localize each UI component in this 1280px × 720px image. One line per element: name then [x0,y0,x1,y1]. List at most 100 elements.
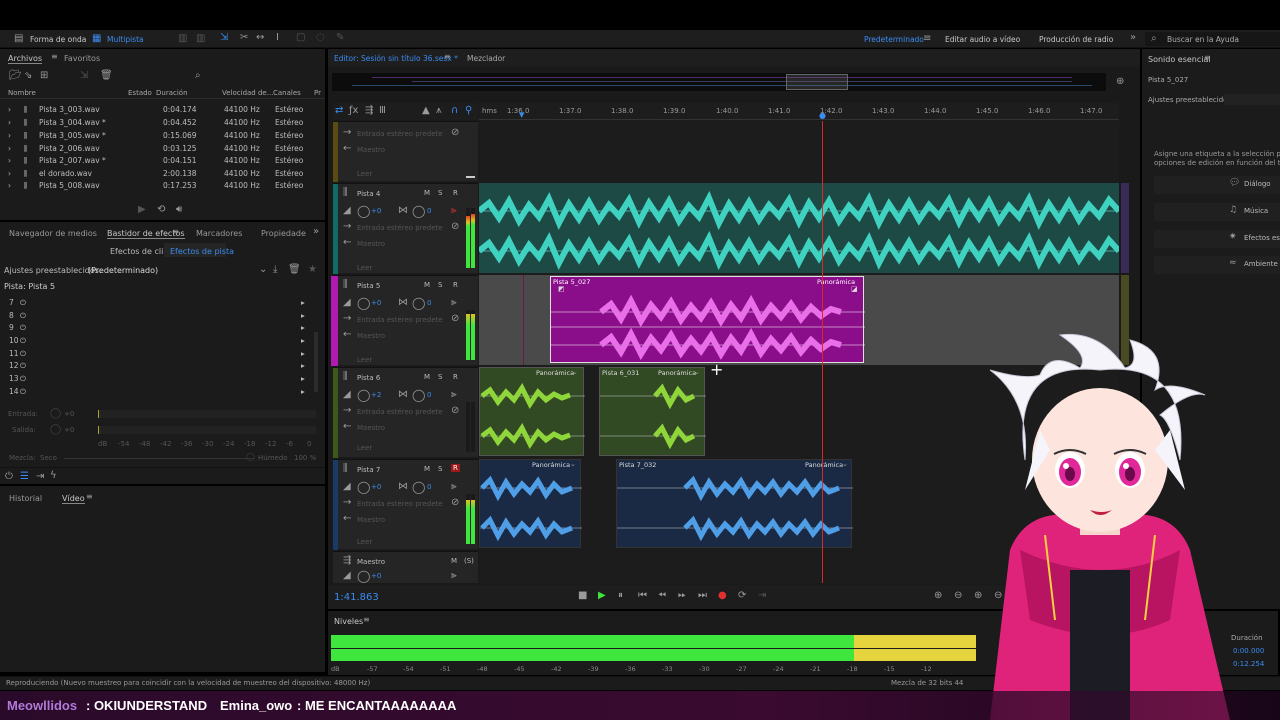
chevron-right-icon[interactable]: » [313,227,319,237]
lightning-icon[interactable]: ϟ [50,471,57,481]
file-row[interactable]: › ⫼ el dorado.wav 2:00.138 44100 Hz Estéreo [0,168,320,180]
fx-slot[interactable]: 11 ⏻ ▸ [9,349,309,361]
chevron-down-icon[interactable]: ⌄ [694,369,700,376]
col-nombre[interactable]: Nombre [8,89,36,97]
pause-icon[interactable]: ⏸︎ [618,591,623,601]
volume-value[interactable]: +0 [371,483,381,491]
rewind-icon[interactable]: ⏪︎ [658,591,666,601]
track-name[interactable]: Maestro [357,558,385,566]
pitch-icon[interactable]: ▥ [196,34,205,44]
pan-value[interactable]: 0 [427,391,431,399]
essential-option-efectos[interactable]: ✷ Efectos esp [1154,230,1280,248]
pan-knob[interactable]: ◯ [412,481,425,493]
essential-option-dialogo[interactable]: 💬︎ Diálogo [1154,176,1280,194]
clip-pista6-a[interactable]: Panorámica ⌄ [479,367,585,456]
track-automation[interactable]: Leer [357,356,372,364]
fx-scrollbar[interactable] [314,332,318,392]
record-arm-icon[interactable]: ⫸ [451,390,457,400]
track-automation[interactable]: Leer [357,538,372,546]
pan-value[interactable]: 0 [427,207,431,215]
tab-navegador-medios[interactable]: Navegador de medios [9,229,97,238]
snap-icon[interactable]: ⩚ [436,106,442,116]
essential-option-ambiente[interactable]: ≈ Ambiente [1154,256,1280,274]
file-row[interactable]: › ⫼ Pista 3_004.wav * 0:04.452 44100 Hz Estér… [0,117,320,129]
brush-icon[interactable]: ✎ [336,33,344,43]
pan-knob[interactable]: ◯ [412,205,425,217]
record-arm-icon[interactable]: ⫸ [451,482,457,492]
record-arm-icon[interactable]: ⫸ [451,206,457,216]
time-selection-icon[interactable]: I [276,33,279,43]
tab-editor[interactable]: Editor: Sesión sin título 36.sesx * [334,54,458,63]
save-preset-icon[interactable]: ⤓ [273,265,277,275]
phase-icon[interactable]: ⊘ [451,498,459,508]
record-button[interactable]: R [453,281,458,289]
file-row[interactable]: › ⫼ Pista 2_007.wav * 0:04.151 44100 Hz Estér… [0,155,320,167]
track-output[interactable]: Maestro [357,146,385,154]
col-estado[interactable]: Estado [128,89,152,97]
playhead-marker[interactable]: ● [819,112,826,120]
marquee-icon[interactable]: ▢ [296,33,305,43]
loop-icon[interactable]: ⟲ [157,205,165,215]
track-input[interactable]: Entrada estéreo predete [357,408,443,416]
fx-slot[interactable]: 9 ⏻ ▸ [9,323,309,335]
clip-pan-label[interactable]: Panorámica [805,461,843,469]
solo-button[interactable]: S [438,281,442,289]
workspace-radio[interactable]: Producción de radio [1039,35,1113,44]
clip-pan-label[interactable]: Panorámica [658,369,696,377]
new-file-icon[interactable]: ⊞ [40,71,48,81]
track-output[interactable]: Maestro [357,332,385,340]
menu-icon[interactable]: ≡ [1204,54,1211,62]
presets-select[interactable]: (Predeterminado) [88,266,158,275]
solo-button[interactable]: S [438,465,442,473]
phase-icon[interactable]: ⊘ [451,406,459,416]
overview-viewport[interactable] [786,74,848,90]
razor-tool-icon[interactable]: ✂ [240,33,248,43]
record-arm-icon[interactable]: ⫸ [451,298,457,308]
play-preview-icon[interactable]: ▶ [138,205,146,215]
waveform-tab[interactable]: Forma de onda [30,35,86,44]
track-output[interactable]: Maestro [357,424,385,432]
bus-icon[interactable]: ⫸ [451,571,457,581]
input-knob[interactable]: ◯ [50,409,61,419]
play-icon[interactable]: ▶ [598,591,606,601]
record-button[interactable]: R [453,373,458,381]
insert-icon[interactable]: ⇲ [80,71,88,81]
fx-slot[interactable]: 8 ⏻ ▸ [9,311,309,323]
menu-icon[interactable]: ≡ [172,228,179,236]
chevron-down-icon[interactable]: ⌄ [259,265,267,275]
mute-button[interactable]: M [424,465,430,473]
track-name[interactable]: Pista 7 [357,466,380,474]
spectral-icon[interactable]: ▥ [178,34,187,44]
track-automation[interactable]: Leer [357,444,372,452]
record-icon[interactable]: ● [718,591,727,601]
tab-video[interactable]: Vídeo [62,494,85,504]
trash-icon[interactable]: 🗑︎ [100,71,113,81]
loop-icon[interactable]: ⟳ [738,591,746,601]
mute-button[interactable]: M [451,557,457,565]
col-duracion[interactable]: Duración [156,89,188,97]
track-name[interactable]: Pista 4 [357,190,380,198]
mix-slider[interactable] [64,458,254,459]
menu-icon[interactable]: ≡ [51,53,58,61]
track-input[interactable]: Entrada estéreo predete [357,130,443,138]
mix-slider-handle[interactable]: ◯ [246,453,255,461]
swap-icon[interactable]: ⇄ [335,106,343,116]
volume-knob[interactable]: ◯ [357,570,370,582]
track-input[interactable]: Entrada estéreo predete [357,500,443,508]
volume-knob[interactable]: ◯ [357,205,370,217]
skip-icon[interactable]: ⇥ [758,591,766,601]
tab-efectos-clip[interactable]: Efectos de clip [110,247,168,256]
tab-propiedades[interactable]: Propiedade [261,229,306,238]
phase-icon[interactable]: ⊘ [451,314,459,324]
chevron-down-icon[interactable]: ⌄ [572,369,578,376]
clip-pan-label[interactable]: Panorámica [532,461,570,469]
track-name[interactable]: Pista 5 [357,282,380,290]
tab-historial[interactable]: Historial [9,494,42,503]
help-search-box[interactable]: ⌕ Buscar en la Ayuda [1145,32,1280,46]
mute-button[interactable]: M [424,373,430,381]
solo-button[interactable]: S [438,373,442,381]
track-automation[interactable]: Leer [357,264,372,272]
col-velocidad[interactable]: Velocidad de... [222,89,273,97]
file-row[interactable]: › ⫼ Pista 2_006.wav 0:03.125 44100 Hz Estéreo [0,143,320,155]
track-output[interactable]: Maestro [357,516,385,524]
